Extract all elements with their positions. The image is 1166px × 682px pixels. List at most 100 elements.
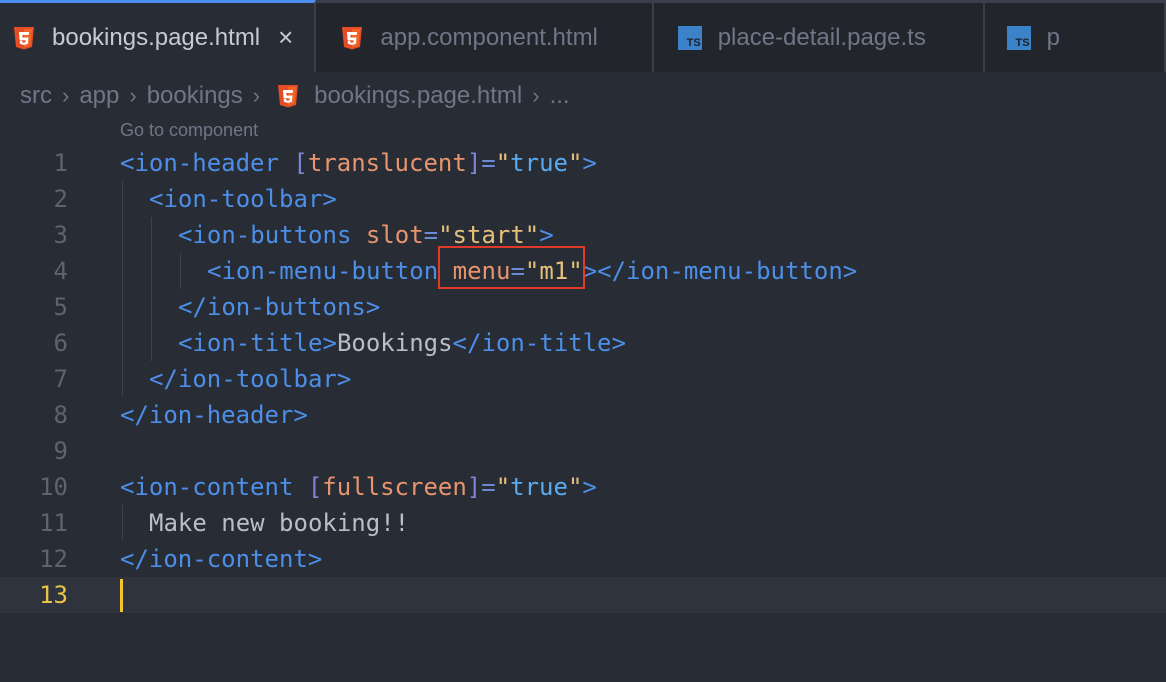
tab-label: p — [1046, 23, 1060, 51]
indent-guide — [151, 325, 152, 361]
token-plain: Make new booking!! — [149, 509, 410, 537]
token-br: [ — [293, 149, 308, 177]
line-number: 12 — [39, 545, 68, 573]
line-number: 13 — [39, 581, 68, 609]
chevron-right-icon: › — [129, 83, 137, 108]
token-tag: ></ion-menu-button> — [582, 257, 858, 285]
token-attr: translucent — [307, 149, 467, 177]
close-icon[interactable]: × — [278, 22, 293, 53]
html5-icon — [340, 26, 364, 50]
token-val: true — [510, 149, 568, 177]
code-text: <ion-header [translucent]="true"> — [120, 145, 597, 181]
code-line[interactable]: 2 <ion-toolbar> — [0, 181, 1166, 217]
code-text: </ion-toolbar> — [149, 361, 351, 397]
token-eq: = — [423, 221, 439, 249]
token-tag: </ion-title> — [452, 329, 626, 357]
code-line[interactable]: 12 </ion-content> — [0, 541, 1166, 577]
token-tag: <ion-toolbar> — [149, 185, 337, 213]
text-cursor — [120, 579, 123, 612]
indent-guide — [151, 253, 152, 289]
token-str: " — [567, 473, 583, 501]
code-text: <ion-content [fullscreen]="true"> — [120, 469, 597, 505]
indent-guide — [122, 253, 123, 289]
indent-guide — [122, 361, 123, 397]
editor-tab-bar: bookings.page.html × app.component.html TS p… — [0, 0, 1166, 72]
line-number: 3 — [53, 221, 68, 249]
html5-icon — [12, 26, 36, 50]
tab-p[interactable]: TS p — [985, 3, 1166, 72]
typescript-icon: TS — [677, 25, 702, 50]
code-line[interactable]: 8 </ion-header> — [0, 397, 1166, 433]
chevron-right-icon: › — [62, 83, 70, 108]
token-tag: </ion-content> — [120, 545, 323, 573]
code-line[interactable]: 9 — [0, 433, 1166, 469]
token-tag: </ion-buttons> — [178, 293, 381, 321]
code-line[interactable]: 6 <ion-title>Bookings</ion-title> — [0, 325, 1166, 361]
tab-bookings-page-html[interactable]: bookings.page.html × — [0, 0, 317, 72]
breadcrumb-item[interactable]: app — [79, 82, 119, 110]
indent-guide — [122, 505, 123, 541]
token-str: " — [495, 149, 511, 177]
line-number: 5 — [53, 293, 68, 321]
code-text: Make new booking!! — [149, 505, 409, 541]
token-eq: = — [481, 473, 496, 501]
token-tag: <ion-title> — [178, 329, 337, 357]
tab-app-component-html[interactable]: app.component.html — [316, 3, 654, 72]
token-tag: </ion-header> — [120, 401, 308, 429]
code-text: <ion-title>Bookings</ion-title> — [178, 325, 626, 361]
token-tag: > — [539, 221, 554, 249]
token-tag: <ion-header — [120, 149, 279, 177]
token-br: [ — [307, 473, 323, 501]
indent-guide — [122, 217, 123, 253]
code-line[interactable]: 5 </ion-buttons> — [0, 289, 1166, 325]
token-br: ] — [466, 149, 482, 177]
token-eq: = — [481, 149, 496, 177]
token-tag: </ion-toolbar> — [149, 365, 352, 393]
token-str: " — [495, 473, 511, 501]
line-number: 1 — [53, 149, 68, 177]
token-val: true — [510, 473, 568, 501]
token-tag: <ion-content — [120, 473, 294, 501]
code-line[interactable]: 10 <ion-content [fullscreen]="true"> — [0, 469, 1166, 505]
go-to-component-link[interactable]: Go to component — [120, 120, 258, 141]
breadcrumb: src › app › bookings › bookings.page.html ›... — [20, 80, 570, 112]
indent-guide — [180, 253, 181, 289]
token-tag: > — [582, 149, 597, 177]
html5-icon — [276, 84, 300, 108]
breadcrumb-item[interactable]: bookings — [147, 82, 243, 110]
tab-place-detail-page-ts[interactable]: TS place-detail.page.ts — [654, 3, 985, 72]
token-attr: fullscreen — [322, 473, 467, 501]
token-tag: <ion-menu-button — [207, 257, 439, 285]
line-number: 6 — [53, 329, 68, 357]
breadcrumb-item[interactable]: bookings.page.html — [314, 82, 522, 110]
code-text: </ion-buttons> — [178, 289, 380, 325]
line-number: 10 — [39, 473, 68, 501]
annotation-highlight-box — [438, 246, 585, 289]
indent-guide — [122, 325, 123, 361]
code-line[interactable]: 11 Make new booking!! — [0, 505, 1166, 541]
breadcrumb-item[interactable]: src — [20, 82, 52, 110]
token-attr: slot — [365, 221, 424, 249]
line-number: 7 — [53, 365, 68, 393]
code-editor[interactable]: 1 <ion-header [translucent]="true"> 2 <ion-… — [0, 145, 1166, 613]
indent-guide — [122, 181, 123, 217]
chevron-right-icon: › — [532, 83, 540, 108]
code-text: </ion-content> — [120, 541, 322, 577]
indent-guide — [122, 289, 123, 325]
code-text: <ion-toolbar> — [149, 181, 337, 217]
token-str: "start" — [438, 221, 540, 249]
line-number: 8 — [53, 401, 68, 429]
code-line[interactable]: 13 — [0, 577, 1166, 613]
code-line[interactable]: 7 </ion-toolbar> — [0, 361, 1166, 397]
token-plain: Bookings — [336, 329, 453, 357]
token-tag: <ion-buttons — [178, 221, 352, 249]
breadcrumb-item[interactable]: ... — [550, 82, 570, 110]
code-line[interactable]: 1 <ion-header [translucent]="true"> — [0, 145, 1166, 181]
tab-label: place-detail.page.ts — [717, 23, 926, 51]
indent-guide — [151, 217, 152, 253]
token-br: ] — [466, 473, 482, 501]
token-str: " — [567, 149, 583, 177]
